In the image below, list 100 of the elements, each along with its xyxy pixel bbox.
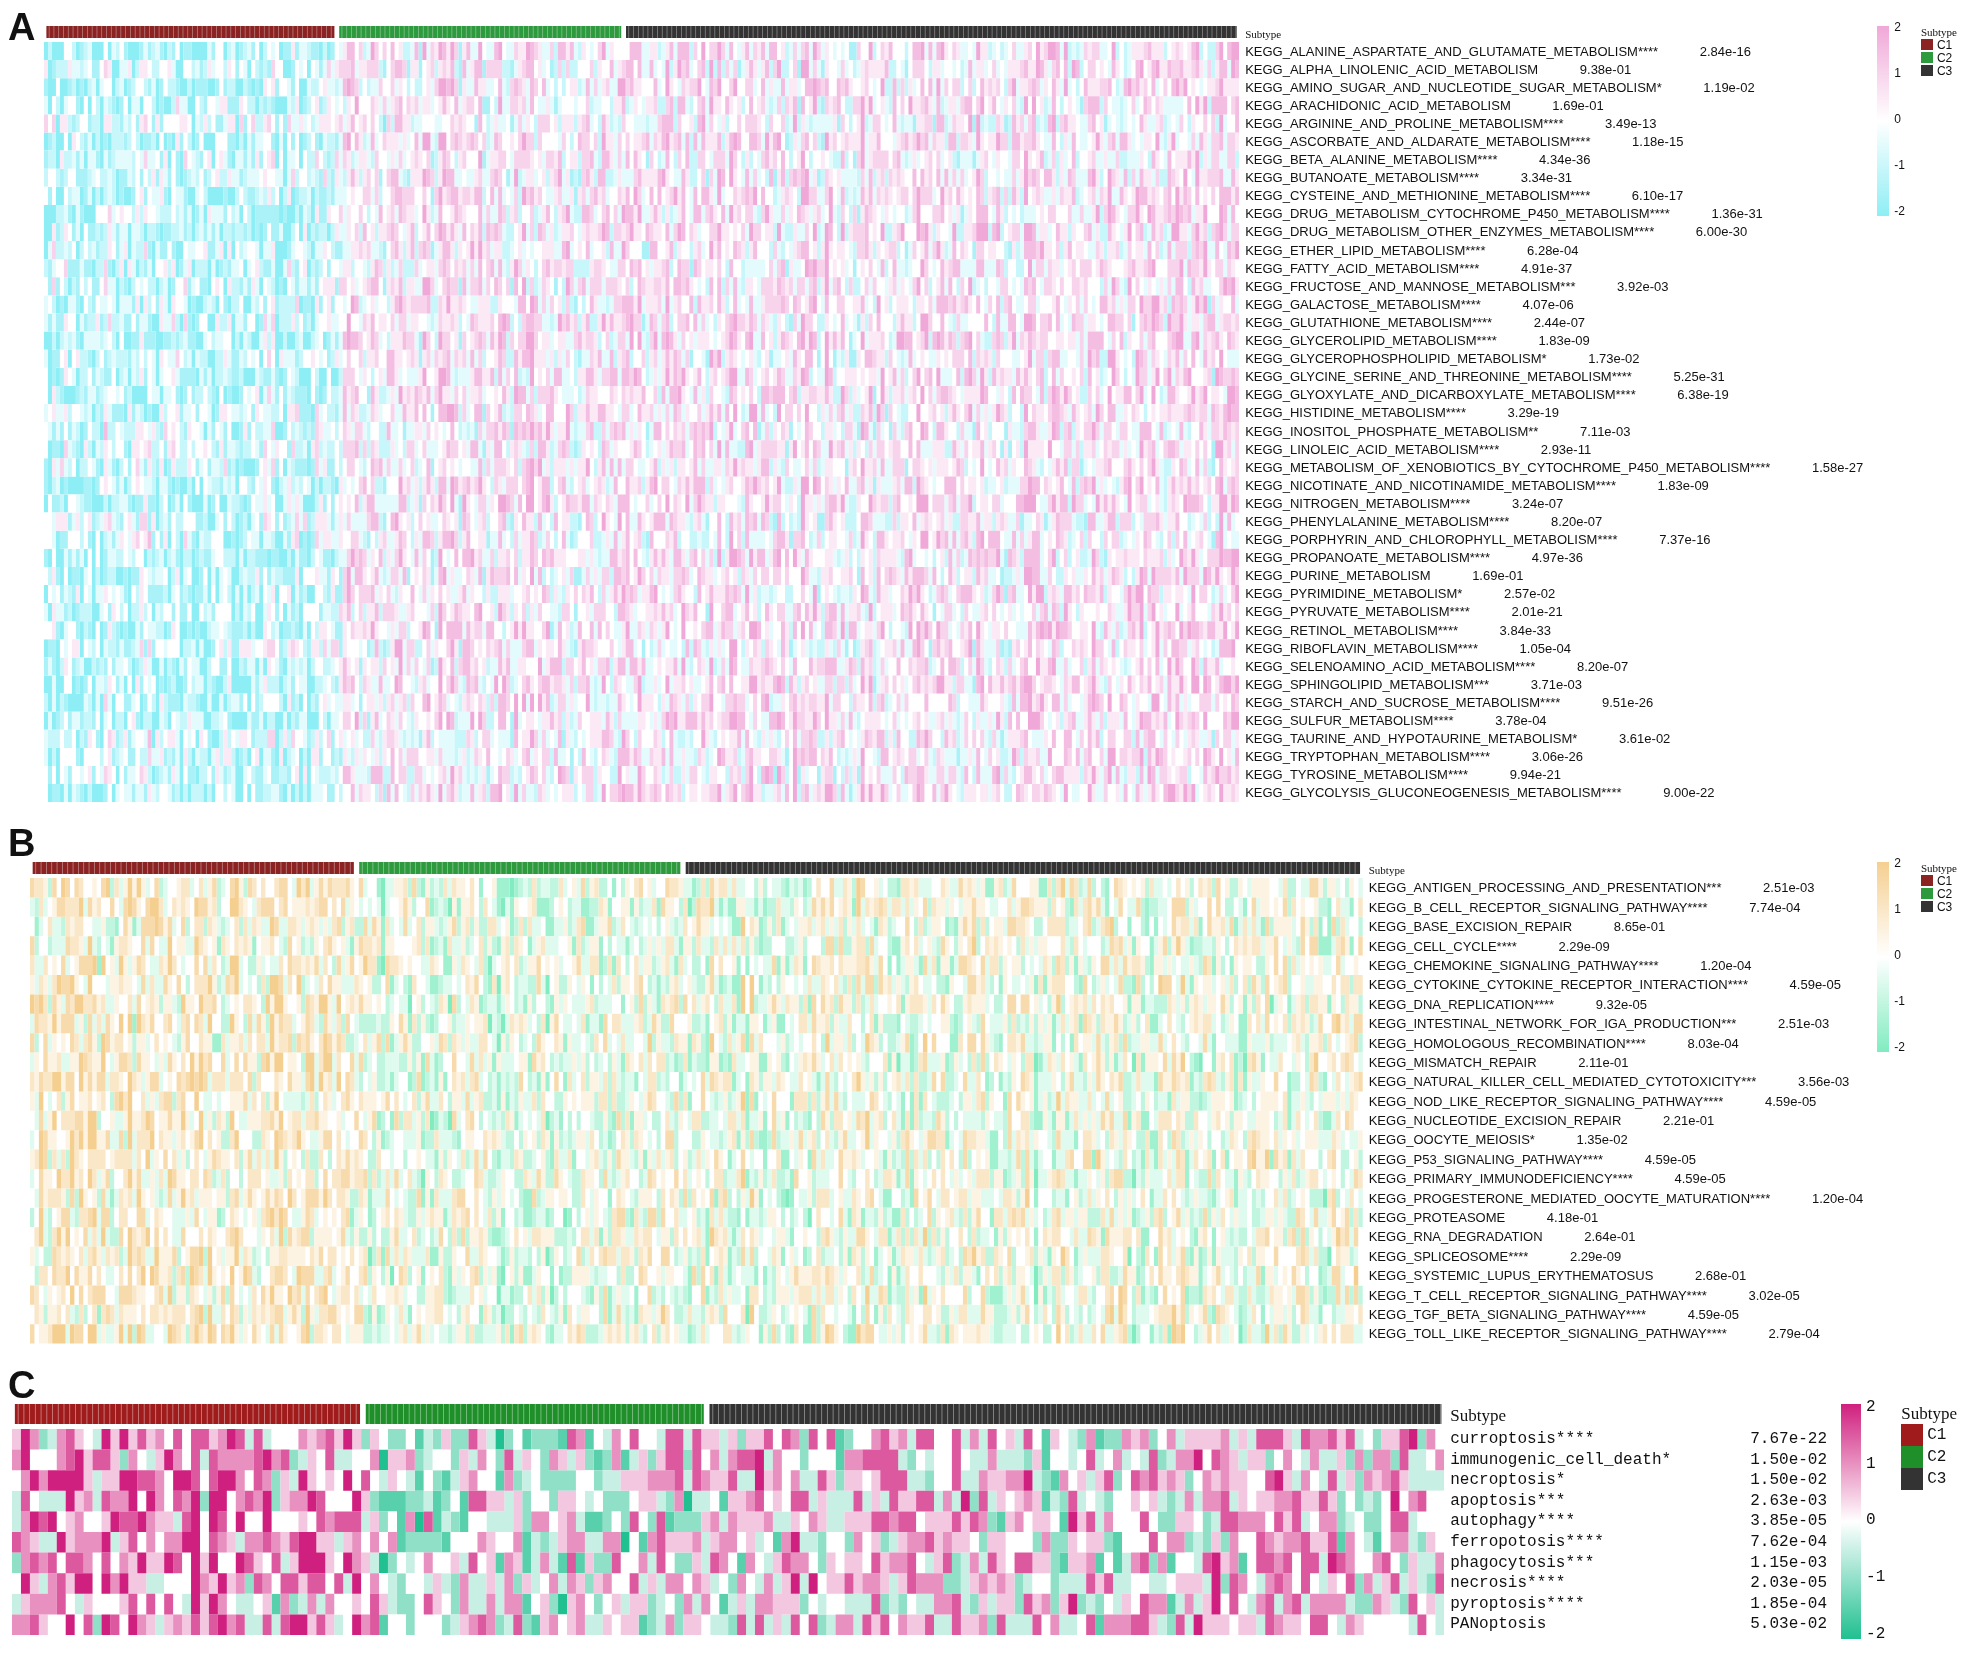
scale-tick-label: -2 <box>1866 1624 1886 1643</box>
pathway-label: KEGG_HISTIDINE_METABOLISM**** <box>1245 405 1466 421</box>
p-value: 7.11e-03 <box>1580 423 1631 439</box>
p-value: 2.44e-07 <box>1533 314 1586 330</box>
pathway-label: KEGG_ARACHIDONIC_ACID_METABOLISM <box>1245 97 1511 113</box>
p-value: 9.51e-26 <box>1601 694 1654 710</box>
pathway-label: KEGG_PHENYLALANINE_METABOLISM**** <box>1245 514 1510 529</box>
p-value: 3.34e-31 <box>1520 170 1573 186</box>
pathway-label: KEGG_PURINE_METABOLISM <box>1245 568 1431 584</box>
pathway-label: KEGG_AMINO_SUGAR_AND_NUCLEOTIDE_SUGAR_METABOLISM* <box>1245 79 1662 95</box>
pathway-label: KEGG_RIBOFLAVIN_METABOLISM**** <box>1245 640 1478 656</box>
pathway-label: KEGG_PYRIMIDINE_METABOLISM* <box>1245 586 1463 602</box>
p-value: 7.74e-04 <box>1749 899 1801 915</box>
p-value: 1.69e-01 <box>1472 568 1524 584</box>
p-value: 4.59e-05 <box>1789 977 1841 993</box>
p-value: 1.58e-27 <box>1811 459 1864 475</box>
p-value: 3.29e-19 <box>1507 405 1559 421</box>
p-value: 6.28e-04 <box>1527 242 1579 258</box>
pathway-label: necroptosis* <box>1450 1471 1567 1490</box>
p-value: 5.25e-31 <box>1673 369 1725 385</box>
pathway-label: KEGG_TYROSINE_METABOLISM**** <box>1245 767 1469 783</box>
legend-label: C1 <box>1927 1425 1947 1444</box>
pathway-label: KEGG_PYRUVATE_METABOLISM**** <box>1245 604 1470 620</box>
pathway-label: KEGG_BASE_EXCISION_REPAIR <box>1368 919 1573 935</box>
p-value: 8.03e-04 <box>1687 1035 1739 1051</box>
p-value: 3.85e-05 <box>1750 1512 1828 1531</box>
panel-letter: A <box>8 8 36 46</box>
p-value: 5.03e-02 <box>1750 1615 1828 1634</box>
p-value: 6.10e-17 <box>1631 188 1684 204</box>
pathway-label: KEGG_CYTOKINE_CYTOKINE_RECEPTOR_INTERACTION**** <box>1368 977 1748 993</box>
p-value: 2.64e-01 <box>1584 1229 1636 1245</box>
scale-tick-label: -2 <box>1894 1040 1905 1055</box>
p-value: 2.29e-09 <box>1558 938 1610 954</box>
scale-tick-label: 1 <box>1866 1454 1877 1473</box>
p-value: 4.34e-36 <box>1539 152 1591 168</box>
pathway-label: KEGG_OOCYTE_MEIOSIS* <box>1368 1132 1535 1148</box>
scale-tick-label: -1 <box>1894 158 1905 172</box>
pathway-label: KEGG_DRUG_METABOLISM_OTHER_ENZYMES_METABOLISM**** <box>1245 224 1655 240</box>
p-value: 2.21e-01 <box>1662 1113 1715 1129</box>
pathway-label: KEGG_P53_SIGNALING_PATHWAY**** <box>1368 1151 1604 1167</box>
p-value: 3.56e-03 <box>1798 1074 1850 1090</box>
pathway-label: KEGG_SELENOAMINO_ACID_METABOLISM**** <box>1245 658 1536 674</box>
p-value: 4.07e-06 <box>1522 296 1574 312</box>
p-value: 8.20e-07 <box>1550 514 1603 529</box>
pathway-label: pyroptosis**** <box>1450 1594 1586 1613</box>
p-value: 1.69e-01 <box>1552 97 1604 113</box>
p-value: 6.38e-19 <box>1677 387 1729 403</box>
legend-title: Subtype <box>1920 862 1957 875</box>
scale-tick-label: 2 <box>1894 856 1902 871</box>
p-value: 3.71e-03 <box>1530 676 1582 692</box>
pathway-label: KEGG_INOSITOL_PHOSPHATE_METABOLISM** <box>1245 423 1539 439</box>
p-value: 2.84e-16 <box>1699 43 1752 59</box>
p-value: 3.24e-07 <box>1511 495 1564 511</box>
p-value: 1.50e-02 <box>1750 1471 1828 1490</box>
p-value: 1.50e-02 <box>1750 1450 1828 1469</box>
p-value: 1.83e-09 <box>1538 333 1590 349</box>
pathway-label: KEGG_PORPHYRIN_AND_CHLOROPHYLL_METABOLISM**** <box>1245 532 1618 548</box>
pathway-label: KEGG_GLYCEROLIPID_METABOLISM**** <box>1245 333 1497 349</box>
pathway-label: KEGG_MISMATCH_REPAIR <box>1368 1054 1537 1070</box>
pathway-label: KEGG_GLYOXYLATE_AND_DICARBOXYLATE_METABOLISM**** <box>1245 387 1636 403</box>
p-value: 3.06e-26 <box>1531 749 1583 765</box>
scale-tick-label: 0 <box>1866 1511 1877 1530</box>
pathway-label: KEGG_FATTY_ACID_METABOLISM**** <box>1245 260 1480 276</box>
legend-title: Subtype <box>1901 1403 1957 1424</box>
p-value: 1.20e-04 <box>1700 957 1752 973</box>
pathway-label: KEGG_GLYCEROPHOSPHOLIPID_METABOLISM* <box>1245 351 1547 367</box>
legend-label: C3 <box>1927 1469 1947 1488</box>
legend-label: C1 <box>1936 37 1953 52</box>
pathway-label: KEGG_PROTEASOME <box>1368 1210 1506 1225</box>
p-value: 4.59e-05 <box>1644 1151 1696 1167</box>
pathway-label: autophagy**** <box>1450 1512 1577 1531</box>
pathway-label: KEGG_TRYPTOPHAN_METABOLISM**** <box>1245 749 1491 765</box>
pathway-label: KEGG_TAURINE_AND_HYPOTAURINE_METABOLISM* <box>1245 731 1578 747</box>
pathway-label: PANoptosis <box>1450 1615 1548 1634</box>
pathway-label: KEGG_B_CELL_RECEPTOR_SIGNALING_PATHWAY**** <box>1368 899 1708 915</box>
pathway-label: KEGG_PROGESTERONE_MEDIATED_OOCYTE_MATURATION**** <box>1368 1190 1771 1206</box>
p-value: 2.29e-09 <box>1569 1248 1622 1264</box>
p-value: 7.67e-22 <box>1750 1430 1828 1449</box>
p-value: 1.83e-09 <box>1657 477 1709 493</box>
pathway-label: KEGG_ETHER_LIPID_METABOLISM**** <box>1245 242 1486 258</box>
pathway-label: apoptosis*** <box>1450 1491 1567 1510</box>
pathway-label: phagocytosis*** <box>1450 1553 1596 1572</box>
p-value: 2.11e-01 <box>1578 1054 1629 1070</box>
pathway-label: KEGG_TOLL_LIKE_RECEPTOR_SIGNALING_PATHWAY**** <box>1368 1326 1727 1342</box>
pathway-label: KEGG_NITROGEN_METABOLISM**** <box>1245 495 1471 511</box>
scale-tick-label: -1 <box>1866 1568 1886 1587</box>
p-value: 2.68e-01 <box>1694 1268 1747 1284</box>
p-value: 2.93e-11 <box>1540 441 1592 457</box>
p-value: 1.20e-04 <box>1811 1190 1864 1206</box>
scale-tick-label: -1 <box>1894 994 1905 1009</box>
p-value: 4.59e-05 <box>1765 1093 1817 1109</box>
pathway-label: necrosis**** <box>1450 1574 1567 1593</box>
pathway-label: KEGG_DRUG_METABOLISM_CYTOCHROME_P450_METABOLISM**** <box>1245 206 1670 222</box>
scale-tick-label: 2 <box>1894 20 1902 34</box>
p-value: 4.59e-05 <box>1687 1306 1740 1322</box>
legend-label: C2 <box>1927 1447 1947 1466</box>
pathway-label: KEGG_CELL_CYCLE**** <box>1368 938 1517 954</box>
scale-tick-label: 1 <box>1894 902 1902 917</box>
p-value: 4.91e-37 <box>1521 260 1573 276</box>
p-value: 2.51e-03 <box>1778 1016 1830 1032</box>
